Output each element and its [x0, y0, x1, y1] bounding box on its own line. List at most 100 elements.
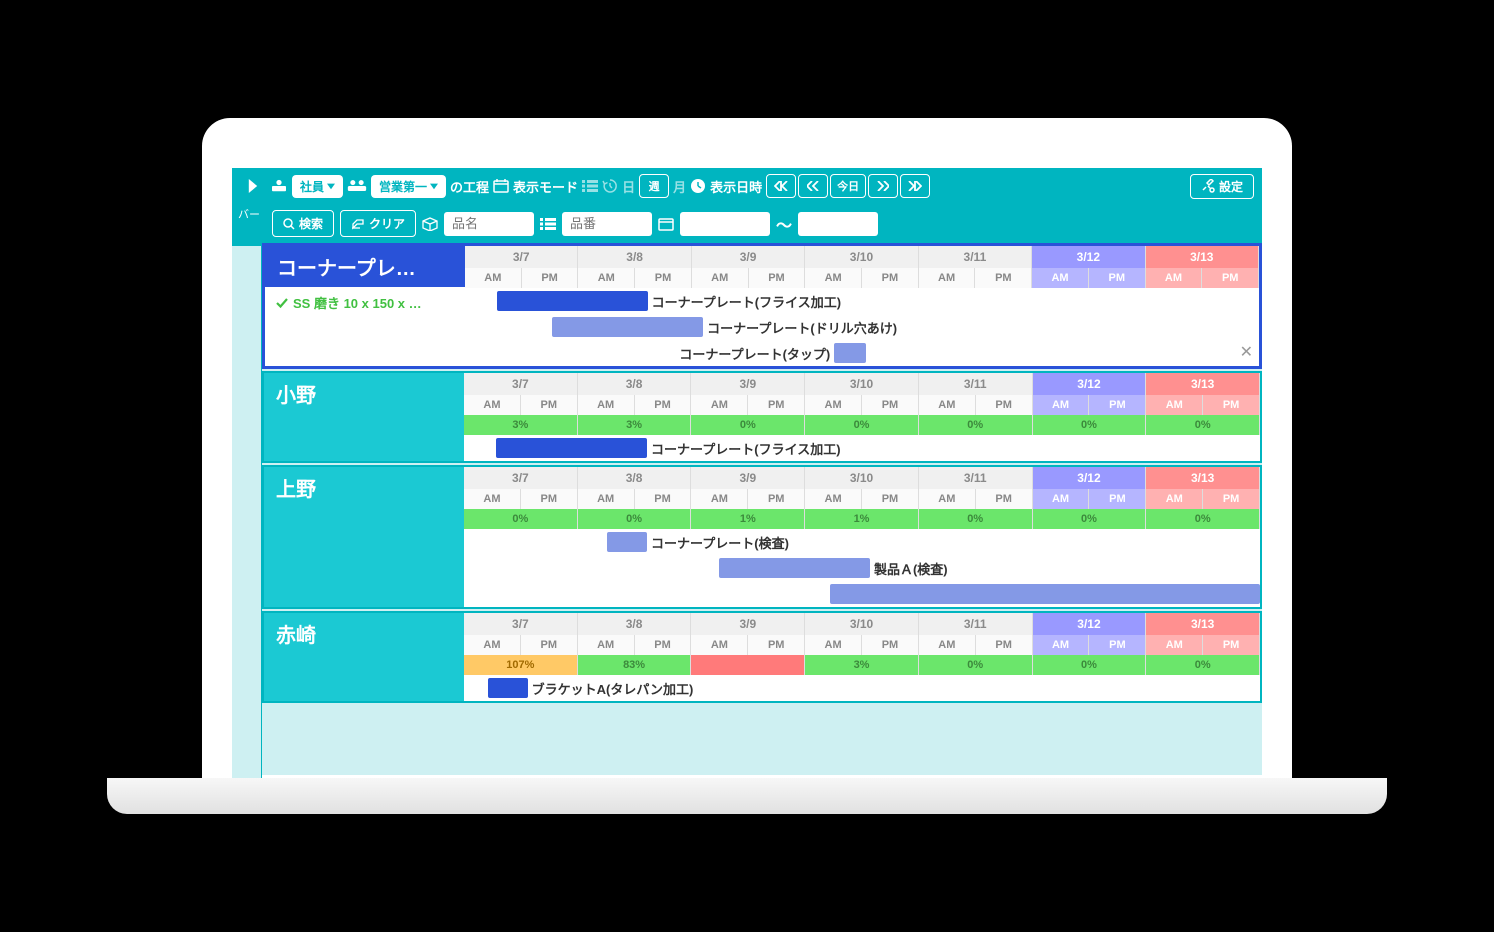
date-cell: 3/13	[1146, 467, 1260, 489]
close-icon[interactable]: ✕	[1240, 342, 1253, 362]
team-dropdown-label: 営業第一	[379, 178, 427, 195]
team-dropdown[interactable]: 営業第一	[371, 175, 446, 198]
percentage-cell	[691, 655, 805, 675]
gantt-bar[interactable]	[834, 343, 866, 363]
settings-button[interactable]: 設定	[1190, 174, 1254, 199]
prev-button[interactable]	[798, 174, 828, 198]
date-cell: 3/7	[465, 246, 578, 268]
ampm-cell: AM	[1033, 395, 1090, 415]
product-code-input[interactable]	[562, 212, 652, 236]
ampm-cell: PM	[748, 489, 805, 509]
bar-line: 製品Ａ(検査)	[464, 555, 1260, 581]
ampm-cell: PM	[748, 635, 805, 655]
day-button[interactable]: 日	[622, 177, 635, 196]
ampm-cell: PM	[1089, 395, 1146, 415]
date-cell: 3/9	[691, 613, 805, 635]
row-side[interactable]: 小野	[264, 373, 464, 461]
ampm-cell: AM	[805, 268, 862, 288]
ampm-cell: PM	[635, 268, 692, 288]
row-side[interactable]: コーナープレ…SS 磨き 10 x 150 x …	[265, 246, 465, 366]
ampm-cell: PM	[862, 489, 919, 509]
bar-line: コーナープレート(検査)	[464, 529, 1260, 555]
gantt-row: 赤崎3/73/83/93/103/113/123/13AMPMAMPMAMPMA…	[262, 611, 1262, 703]
ampm-cell: PM	[635, 635, 692, 655]
percentage-cell: 1%	[805, 509, 919, 529]
percentage-cell: 3%	[578, 415, 692, 435]
ampm-cell: AM	[1146, 268, 1203, 288]
bar-label: コーナープレート(フライス加工)	[651, 439, 841, 458]
percentage-cell: 0%	[919, 509, 1033, 529]
date-cell: 3/12	[1033, 613, 1147, 635]
ampm-cell: PM	[749, 268, 806, 288]
gantt-row: コーナープレ…SS 磨き 10 x 150 x …3/73/83/93/103/…	[262, 243, 1262, 369]
ampm-cell: PM	[1203, 635, 1260, 655]
ampm-cell: AM	[464, 635, 521, 655]
ampm-cell: PM	[976, 635, 1033, 655]
ampm-cell: PM	[976, 395, 1033, 415]
gantt-bar[interactable]	[607, 532, 647, 552]
date-cell: 3/11	[919, 467, 1033, 489]
row-body: 3/73/83/93/103/113/123/13AMPMAMPMAMPMAMP…	[465, 246, 1259, 366]
ampm-cell: AM	[1146, 635, 1203, 655]
history-icon[interactable]	[602, 178, 618, 194]
date-from-input[interactable]	[680, 212, 770, 236]
ampm-cell: AM	[691, 489, 748, 509]
bar-label: ブラケットA(タレパン加工)	[532, 679, 694, 698]
date-cell: 3/7	[464, 613, 578, 635]
date-cell: 3/12	[1033, 467, 1147, 489]
row-side[interactable]: 上野	[264, 467, 464, 607]
gantt-bar[interactable]	[830, 584, 1260, 604]
ampm-cell: PM	[1203, 395, 1260, 415]
date-cell: 3/9	[691, 373, 805, 395]
date-range-icon	[658, 217, 674, 231]
gantt-bar[interactable]	[552, 317, 703, 337]
ampm-cell: AM	[691, 395, 748, 415]
product-name-input[interactable]	[444, 212, 534, 236]
date-cell: 3/10	[805, 246, 918, 268]
row-title: 上野	[264, 467, 464, 508]
list-filter-icon	[540, 218, 556, 230]
ampm-cell: PM	[635, 395, 692, 415]
gantt-bar[interactable]	[497, 291, 648, 311]
search-button[interactable]: 検索	[272, 210, 334, 237]
row-side[interactable]: 赤崎	[264, 613, 464, 701]
date-range-separator: ～	[776, 212, 792, 236]
clear-button[interactable]: クリア	[340, 210, 416, 237]
ampm-cell: AM	[464, 395, 521, 415]
last-button[interactable]	[900, 174, 930, 198]
row-body: 3/73/83/93/103/113/123/13AMPMAMPMAMPMAMP…	[464, 373, 1260, 461]
ampm-cell: PM	[1089, 268, 1146, 288]
gantt-content: コーナープレ…SS 磨き 10 x 150 x …3/73/83/93/103/…	[262, 243, 1262, 775]
percentage-cell: 0%	[464, 509, 578, 529]
date-cell: 3/10	[805, 373, 919, 395]
percentage-cell: 0%	[805, 415, 919, 435]
date-cell: 3/11	[919, 613, 1033, 635]
date-cell: 3/7	[464, 373, 578, 395]
ampm-cell: PM	[521, 635, 578, 655]
today-button[interactable]: 今日	[830, 174, 866, 198]
next-button[interactable]	[868, 174, 898, 198]
gantt-bar[interactable]	[496, 438, 647, 458]
ampm-cell: AM	[692, 268, 749, 288]
percentage-cell: 0%	[578, 509, 692, 529]
first-button[interactable]	[766, 174, 796, 198]
date-cell: 3/10	[805, 467, 919, 489]
percentage-cell: 0%	[691, 415, 805, 435]
ampm-cell: AM	[578, 635, 635, 655]
ampm-cell: AM	[805, 489, 862, 509]
expand-sidebar-button[interactable]	[240, 173, 266, 199]
list-icon[interactable]	[582, 180, 598, 192]
gantt-bar[interactable]	[719, 558, 870, 578]
date-to-input[interactable]	[798, 212, 878, 236]
percentage-cell: 0%	[1146, 415, 1260, 435]
gantt-bar[interactable]	[488, 678, 528, 698]
bar-label: コーナープレート(フライス加工)	[652, 292, 842, 311]
date-cell: 3/8	[578, 246, 691, 268]
bar-line: 製品Ａ(外注塗装)	[464, 581, 1260, 607]
date-cell: 3/10	[805, 613, 919, 635]
row-body: 3/73/83/93/103/113/123/13AMPMAMPMAMPMAMP…	[464, 467, 1260, 607]
employee-dropdown[interactable]: 社員	[292, 175, 343, 198]
date-cell: 3/11	[919, 246, 1032, 268]
month-button[interactable]: 月	[673, 177, 686, 196]
week-button[interactable]: 週	[639, 174, 669, 198]
